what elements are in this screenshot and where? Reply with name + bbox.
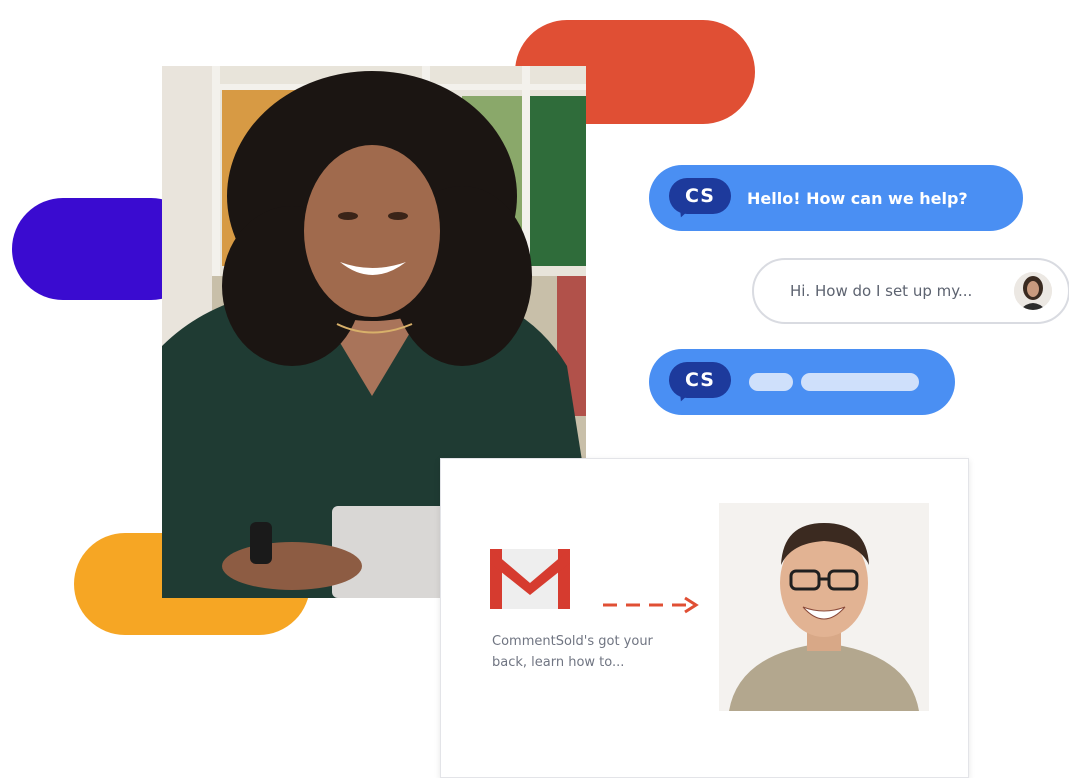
email-preview-card: CommentSold's got your back, learn how t… bbox=[440, 458, 969, 778]
chat-bubble-agent-greeting: CS Hello! How can we help? bbox=[649, 165, 1023, 231]
chat-bubble-user-message: Hi. How do I set up my... bbox=[752, 258, 1069, 324]
man-photo bbox=[719, 503, 929, 711]
cs-logo-text: CS bbox=[685, 369, 715, 391]
chat-bubble-agent-typing: CS bbox=[649, 349, 955, 415]
typing-placeholder-long bbox=[801, 373, 919, 391]
cs-chat-bubble-icon: CS bbox=[669, 178, 731, 220]
gmail-icon bbox=[490, 549, 570, 609]
cs-chat-bubble-icon: CS bbox=[669, 362, 731, 404]
agent-greeting-text: Hello! How can we help? bbox=[747, 188, 968, 208]
user-avatar-icon bbox=[1014, 272, 1052, 310]
dashed-arrow-icon bbox=[603, 596, 699, 614]
user-message-text: Hi. How do I set up my... bbox=[790, 282, 973, 300]
email-preview-text: CommentSold's got your back, learn how t… bbox=[492, 634, 653, 670]
cs-logo-text: CS bbox=[685, 185, 715, 207]
typing-placeholder-short bbox=[749, 373, 793, 391]
